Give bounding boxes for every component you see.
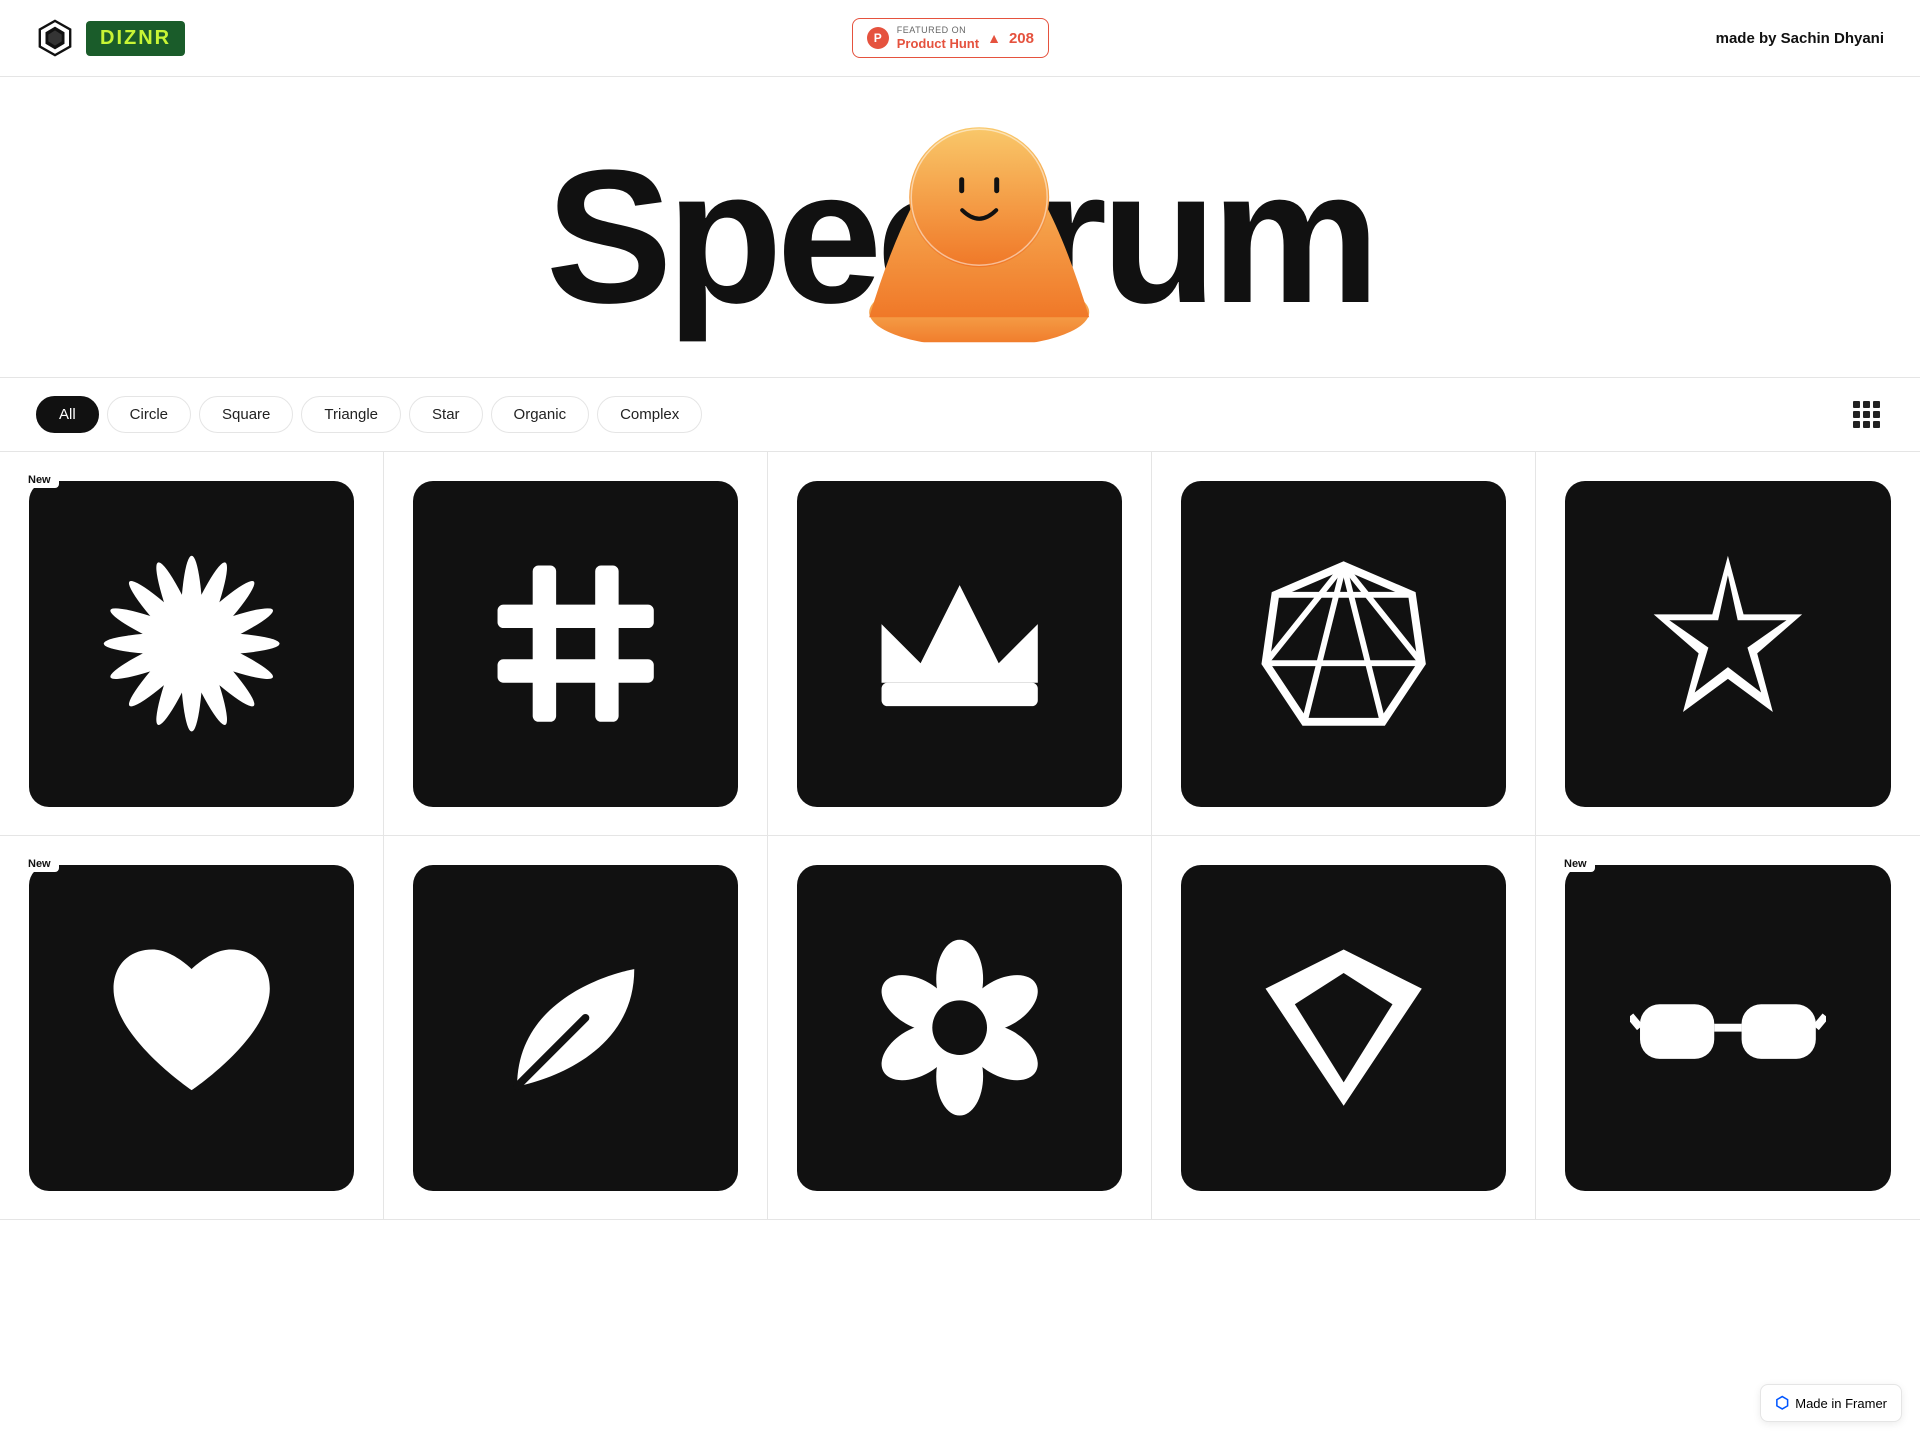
grid-dot	[1873, 401, 1880, 408]
filter-buttons: All Circle Square Triangle Star Organic …	[36, 396, 702, 433]
diznr-hex-icon	[36, 19, 74, 57]
shield-icon	[1246, 930, 1441, 1125]
floral-icon	[862, 930, 1057, 1125]
hero-mascot	[859, 103, 1099, 343]
filter-triangle[interactable]: Triangle	[301, 396, 401, 433]
logo-inner-6	[29, 865, 355, 1191]
filter-star[interactable]: Star	[409, 396, 483, 433]
header: DIZNR P FEATURED ON Product Hunt ▲ 208 m…	[0, 0, 1920, 77]
filter-organic[interactable]: Organic	[491, 396, 590, 433]
filter-all[interactable]: All	[36, 396, 99, 433]
grid-toggle[interactable]	[1849, 397, 1884, 432]
logo-inner-3	[797, 481, 1123, 807]
made-by-text: made by Sachin Dhyani	[1716, 30, 1884, 47]
made-in-framer-badge[interactable]: ⬡ Made in Framer	[1760, 1384, 1902, 1422]
logo-inner-1	[29, 481, 355, 807]
filter-bar: All Circle Square Triangle Star Organic …	[0, 377, 1920, 452]
logo-inner-4	[1181, 481, 1507, 807]
grid-dot	[1863, 401, 1870, 408]
header-left: DIZNR	[36, 19, 185, 57]
facet-icon	[1246, 546, 1441, 741]
hero-section: Spectrum	[0, 77, 1920, 377]
logo-cell-7[interactable]	[384, 836, 768, 1220]
filter-square[interactable]: Square	[199, 396, 293, 433]
made-in-framer-label: Made in Framer	[1795, 1396, 1887, 1411]
logo-inner-8	[797, 865, 1123, 1191]
logo-cell-6[interactable]: New	[0, 836, 384, 1220]
new-badge-6: New	[20, 856, 59, 872]
grid-dot	[1853, 401, 1860, 408]
grid-dot	[1863, 421, 1870, 428]
crown-icon	[862, 546, 1057, 741]
grid-dot	[1863, 411, 1870, 418]
grid-dot	[1873, 411, 1880, 418]
logo-cell-3[interactable]	[768, 452, 1152, 836]
starburst-icon	[94, 546, 289, 741]
ph-featured-label: FEATURED ON	[897, 25, 979, 36]
filter-complex[interactable]: Complex	[597, 396, 702, 433]
product-hunt-badge[interactable]: P FEATURED ON Product Hunt ▲ 208	[852, 18, 1049, 58]
logo-inner-9	[1181, 865, 1507, 1191]
logo-cell-9[interactable]	[1152, 836, 1536, 1220]
logo-grid: New	[0, 452, 1920, 1220]
logo-inner-10	[1565, 865, 1891, 1191]
grid-dot	[1873, 421, 1880, 428]
framer-icon: ⬡	[1775, 1393, 1789, 1413]
grid-dot	[1853, 411, 1860, 418]
logo-cell-1[interactable]: New	[0, 452, 384, 836]
logo-cell-10[interactable]: New	[1536, 836, 1920, 1220]
new-badge-10: New	[1556, 856, 1595, 872]
logo-cell-4[interactable]	[1152, 452, 1536, 836]
logo-cell-8[interactable]	[768, 836, 1152, 1220]
logo-inner-2	[413, 481, 739, 807]
ph-name: Product Hunt	[897, 36, 979, 52]
leaf-icon	[478, 930, 673, 1125]
hashtag-icon	[478, 546, 673, 741]
heart-icon	[94, 930, 289, 1125]
filter-circle[interactable]: Circle	[107, 396, 191, 433]
grid-dot	[1853, 421, 1860, 428]
ph-count: 208	[1009, 30, 1034, 47]
logo-cell-5[interactable]	[1536, 452, 1920, 836]
ph-arrow-icon: ▲	[987, 30, 1001, 46]
product-hunt-icon: P	[867, 27, 889, 49]
product-hunt-text: FEATURED ON Product Hunt	[897, 25, 979, 51]
new-badge-1: New	[20, 472, 59, 488]
logo-cell-2[interactable]	[384, 452, 768, 836]
logo-wordmark: DIZNR	[86, 21, 185, 56]
logo-inner-7	[413, 865, 739, 1191]
logo-inner-5	[1565, 481, 1891, 807]
glasses-icon	[1630, 930, 1826, 1125]
spiky-star-icon	[1630, 546, 1826, 741]
